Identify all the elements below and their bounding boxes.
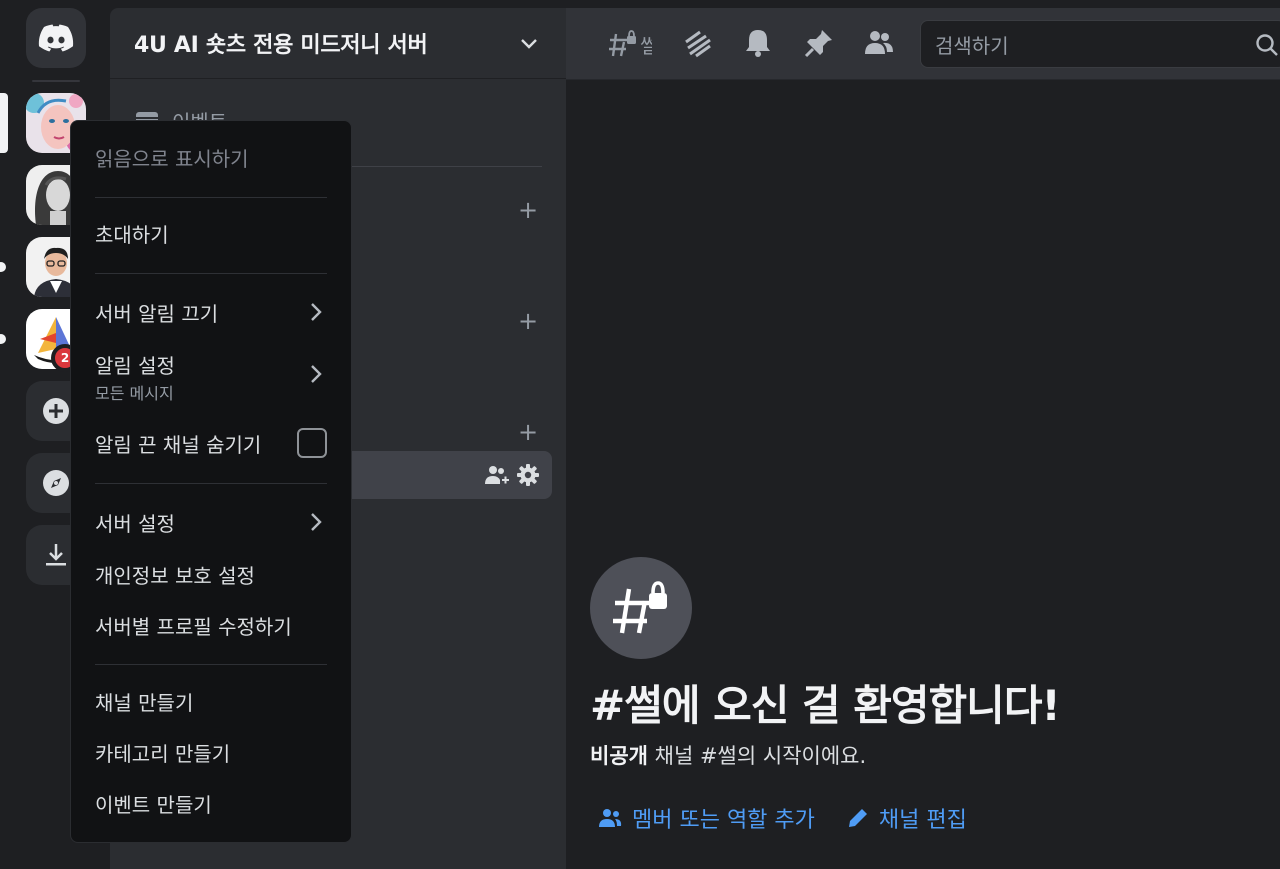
create-channel-plus-icon[interactable]: + xyxy=(518,309,538,333)
message-area: #썰에 오신 걸 환영합니다! 비공개 채널 #썰의 시작이에요. 멤버 또는 … xyxy=(566,80,1280,869)
server-settings-label: 서버 설정 xyxy=(95,511,175,536)
pin-icon[interactable] xyxy=(804,28,834,58)
discord-logo-icon xyxy=(38,24,74,52)
rail-divider xyxy=(32,80,80,82)
gear-icon[interactable] xyxy=(516,463,540,487)
selected-server-indicator xyxy=(0,93,8,153)
compass-icon xyxy=(43,470,69,496)
channel-name-fragment: 썰 xyxy=(640,34,652,58)
create-channel-plus-icon[interactable]: + xyxy=(518,420,538,444)
people-add-icon xyxy=(599,809,622,827)
menu-item-server-settings[interactable]: 서버 설정 xyxy=(95,507,327,537)
menu-separator xyxy=(95,197,327,198)
create-event-label: 이벤트 만들기 xyxy=(95,792,212,817)
discord-home-button[interactable] xyxy=(26,8,86,68)
bell-icon[interactable] xyxy=(744,28,772,58)
plus-circle-icon xyxy=(43,398,69,424)
menu-separator xyxy=(95,664,327,665)
server-header[interactable]: 4U AI 숏츠 전용 미드저니 서버 xyxy=(110,8,566,79)
welcome-subtitle: 비공개 채널 #썰의 시작이에요. xyxy=(590,740,866,770)
hide-muted-channels-label: 알림 끈 채널 숨기기 xyxy=(95,432,262,457)
create-channel-label: 채널 만들기 xyxy=(95,690,194,715)
menu-item-invite[interactable]: 초대하기 xyxy=(95,221,327,247)
menu-item-mute-server[interactable]: 서버 알림 끄기 xyxy=(95,297,327,327)
unread-indicator xyxy=(0,262,6,272)
edit-server-profile-label: 서버별 프로필 수정하기 xyxy=(95,614,292,639)
menu-item-notification-settings[interactable]: 알림 설정 xyxy=(95,349,327,383)
search-icon xyxy=(1256,34,1278,56)
create-category-label: 카테고리 만들기 xyxy=(95,741,231,766)
notification-settings-label: 알림 설정 xyxy=(95,353,175,378)
mark-as-read-label: 읽음으로 표시하기 xyxy=(95,146,249,171)
member-list-icon[interactable] xyxy=(864,28,894,56)
private-channel-icon xyxy=(609,30,636,57)
channel-topbar: 썰 검색하기 xyxy=(566,8,1280,80)
welcome-actions: 멤버 또는 역할 추가 채널 편집 xyxy=(598,802,967,834)
server-context-menu: 읽음으로 표시하기 초대하기 서버 알림 끄기 알림 설정 모든 메시지 알림 … xyxy=(70,120,352,843)
welcome-title: #썰에 오신 걸 환영합니다! xyxy=(590,681,1061,730)
private-label: 비공개 xyxy=(590,744,648,768)
add-members-roles-label: 멤버 또는 역할 추가 xyxy=(632,808,815,833)
menu-item-privacy-settings[interactable]: 개인정보 보호 설정 xyxy=(95,560,327,588)
menu-item-create-channel[interactable]: 채널 만들기 xyxy=(95,687,327,715)
invite-label: 초대하기 xyxy=(95,222,169,247)
search-placeholder: 검색하기 xyxy=(935,33,1009,58)
mute-server-label: 서버 알림 끄기 xyxy=(95,301,219,326)
threads-icon[interactable] xyxy=(682,28,714,60)
channel-title: 썰 xyxy=(608,30,652,58)
unread-indicator xyxy=(0,334,6,344)
add-member-icon[interactable] xyxy=(484,463,510,487)
edit-channel-label: 채널 편집 xyxy=(878,808,967,833)
menu-item-create-event[interactable]: 이벤트 만들기 xyxy=(95,789,327,817)
menu-separator xyxy=(95,273,327,274)
server-name: 4U AI 숏츠 전용 미드저니 서버 xyxy=(134,33,428,58)
menu-item-hide-muted-channels[interactable]: 알림 끈 채널 숨기기 xyxy=(95,427,327,459)
chevron-right-icon xyxy=(311,365,322,383)
privacy-settings-label: 개인정보 보호 설정 xyxy=(95,563,255,588)
chevron-down-icon xyxy=(521,39,537,49)
edit-channel-link[interactable]: 채널 편집 xyxy=(847,802,967,834)
menu-item-edit-server-profile[interactable]: 서버별 프로필 수정하기 xyxy=(95,611,327,639)
welcome-subtitle-text: 채널 #썰의 시작이에요. xyxy=(647,744,867,768)
chevron-right-icon xyxy=(311,513,322,531)
notification-settings-sublabel: 모든 메시지 xyxy=(95,384,174,403)
menu-separator xyxy=(95,483,327,484)
download-icon xyxy=(46,544,66,566)
search-input[interactable]: 검색하기 xyxy=(920,20,1280,68)
hide-muted-checkbox[interactable] xyxy=(297,428,327,458)
menu-item-mark-as-read[interactable]: 읽음으로 표시하기 xyxy=(95,145,327,171)
create-channel-plus-icon[interactable]: + xyxy=(518,198,538,222)
add-members-roles-link[interactable]: 멤버 또는 역할 추가 xyxy=(598,802,815,834)
pencil-icon xyxy=(848,809,867,827)
menu-item-create-category[interactable]: 카테고리 만들기 xyxy=(95,738,327,766)
private-channel-icon xyxy=(590,557,692,659)
chevron-right-icon xyxy=(311,303,322,321)
